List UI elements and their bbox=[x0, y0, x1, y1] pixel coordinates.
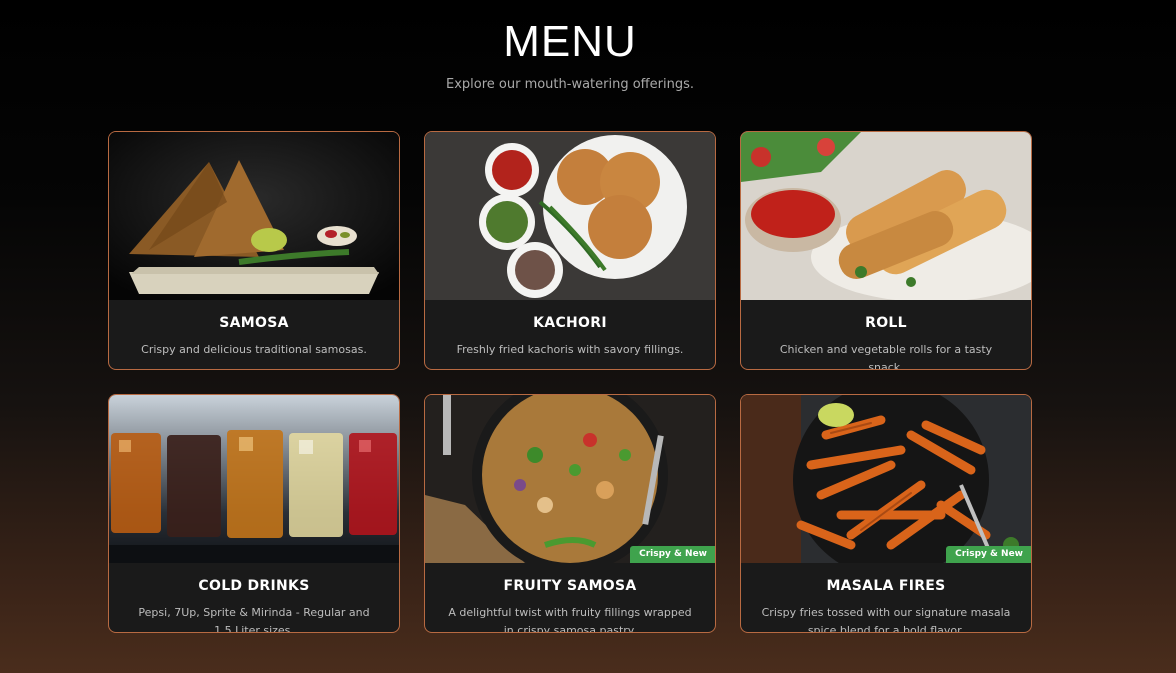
card-description: Pepsi, 7Up, Sprite & Mirinda - Regular a… bbox=[138, 606, 370, 633]
card-title: MASALA FIRES bbox=[826, 578, 946, 594]
menu-grid: SAMOSA Crispy and delicious traditional … bbox=[108, 131, 1032, 633]
kachori-image bbox=[425, 132, 715, 300]
menu-card-samosa[interactable]: SAMOSA Crispy and delicious traditional … bbox=[108, 131, 400, 370]
menu-card-masala-fires[interactable]: Crispy & New MASALA FIRES Crispy fries t… bbox=[740, 394, 1032, 633]
card-title: SAMOSA bbox=[219, 315, 289, 331]
page-subtitle: Explore our mouth-watering offerings. bbox=[445, 77, 694, 92]
menu-card-fruity-samosa[interactable]: Crispy & New FRUITY SAMOSA A delightful … bbox=[424, 394, 716, 633]
crispy-new-badge: Crispy & New bbox=[946, 546, 1031, 563]
card-title: ROLL bbox=[865, 315, 907, 331]
roll-image bbox=[741, 132, 1031, 300]
card-title: FRUITY SAMOSA bbox=[503, 578, 637, 594]
menu-card-cold-drinks[interactable]: COLD DRINKS Pepsi, 7Up, Sprite & Mirinda… bbox=[108, 394, 400, 633]
fruity-samosa-image: Crispy & New bbox=[425, 395, 715, 563]
card-title: KACHORI bbox=[533, 315, 607, 331]
card-description: Chicken and vegetable rolls for a tasty … bbox=[779, 343, 993, 370]
page-title: MENU bbox=[503, 17, 637, 66]
menu-card-kachori[interactable]: KACHORI Freshly fried kachoris with savo… bbox=[424, 131, 716, 370]
card-description: A delightful twist with fruity fillings … bbox=[448, 606, 692, 633]
card-description: Freshly fried kachoris with savory filli… bbox=[456, 343, 684, 356]
card-description: Crispy and delicious traditional samosas… bbox=[141, 343, 367, 356]
menu-card-roll[interactable]: ROLL Chicken and vegetable rolls for a t… bbox=[740, 131, 1032, 370]
card-description: Crispy fries tossed with our signature m… bbox=[761, 606, 1011, 633]
card-title: COLD DRINKS bbox=[198, 578, 310, 594]
samosa-image bbox=[109, 132, 399, 300]
cold-drinks-image bbox=[109, 395, 399, 563]
crispy-new-badge: Crispy & New bbox=[630, 546, 715, 563]
masala-fries-image: Crispy & New bbox=[741, 395, 1031, 563]
